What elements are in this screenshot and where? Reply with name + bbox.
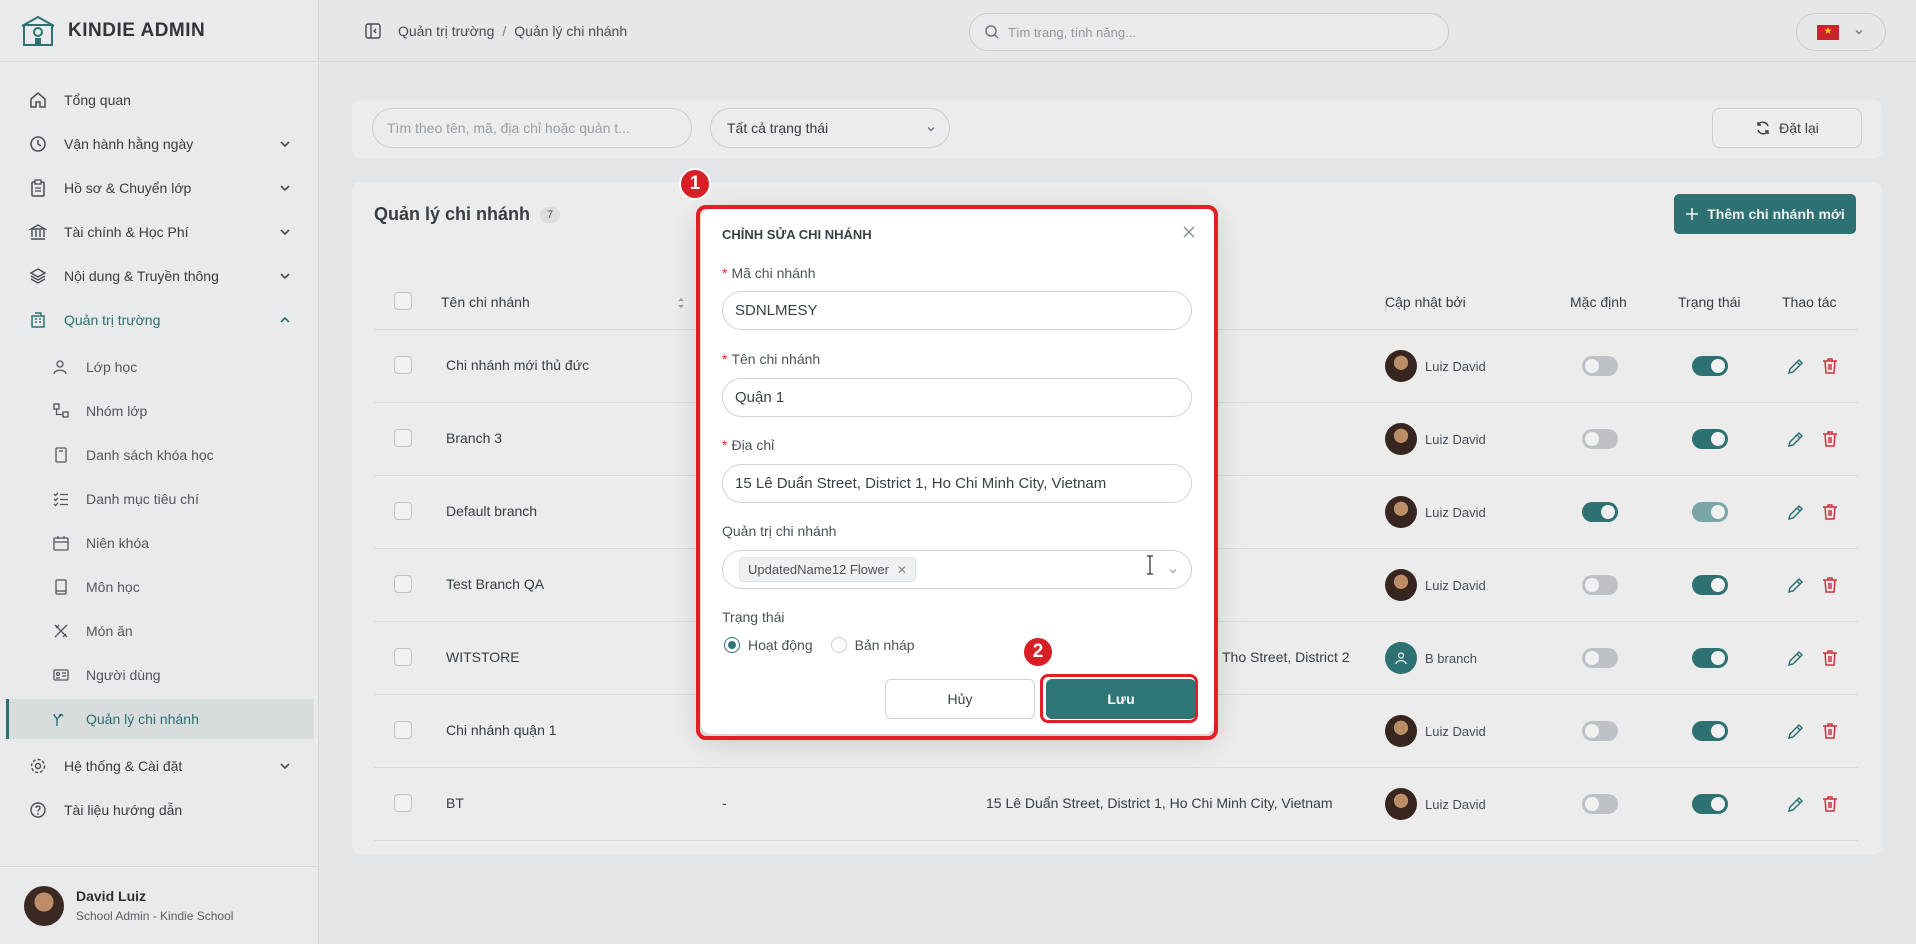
status-radio-group: Hoạt động Bản nháp xyxy=(724,637,915,653)
cancel-button[interactable]: Hủy xyxy=(885,679,1035,719)
status-label: Trạng thái xyxy=(722,609,785,625)
chevron-down-icon xyxy=(1169,569,1177,574)
step-marker-1: 1 xyxy=(679,168,711,200)
address-value: 15 Lê Duẩn Street, District 1, Ho Chi Mi… xyxy=(735,475,1107,492)
branch-code-label: * Mã chi nhánh xyxy=(722,265,816,281)
admin-tag-label: UpdatedName12 Flower xyxy=(748,562,889,577)
branch-name-value: Quận 1 xyxy=(735,389,785,406)
admin-tag: UpdatedName12 Flower ✕ xyxy=(739,557,916,582)
close-icon[interactable] xyxy=(1180,223,1198,241)
radio-draft-label[interactable]: Bản nháp xyxy=(855,637,915,653)
remove-tag-icon[interactable]: ✕ xyxy=(897,563,907,577)
step-marker-2: 2 xyxy=(1022,636,1054,668)
branch-admin-label: Quản trị chi nhánh xyxy=(722,523,837,539)
branch-code-field[interactable]: SDNLMESY xyxy=(722,291,1192,330)
branch-name-label: * Tên chi nhánh xyxy=(722,351,821,367)
radio-active-label[interactable]: Hoạt động xyxy=(748,637,813,653)
branch-admin-select[interactable]: UpdatedName12 Flower ✕ xyxy=(722,550,1192,589)
radio-active[interactable] xyxy=(724,637,740,653)
branch-code-value: SDNLMESY xyxy=(735,302,818,319)
edit-branch-modal: CHỈNH SỬA CHI NHÁNH * Mã chi nhánh SDNLME… xyxy=(701,209,1214,734)
modal-title: CHỈNH SỬA CHI NHÁNH xyxy=(722,227,872,242)
save-button[interactable]: Lưu xyxy=(1046,679,1196,719)
radio-draft[interactable] xyxy=(830,637,847,653)
address-label: * Địa chỉ xyxy=(722,437,775,453)
branch-name-field[interactable]: Quận 1 xyxy=(722,378,1192,417)
address-field[interactable]: 15 Lê Duẩn Street, District 1, Ho Chi Mi… xyxy=(722,464,1192,503)
text-cursor-icon xyxy=(1147,555,1153,575)
